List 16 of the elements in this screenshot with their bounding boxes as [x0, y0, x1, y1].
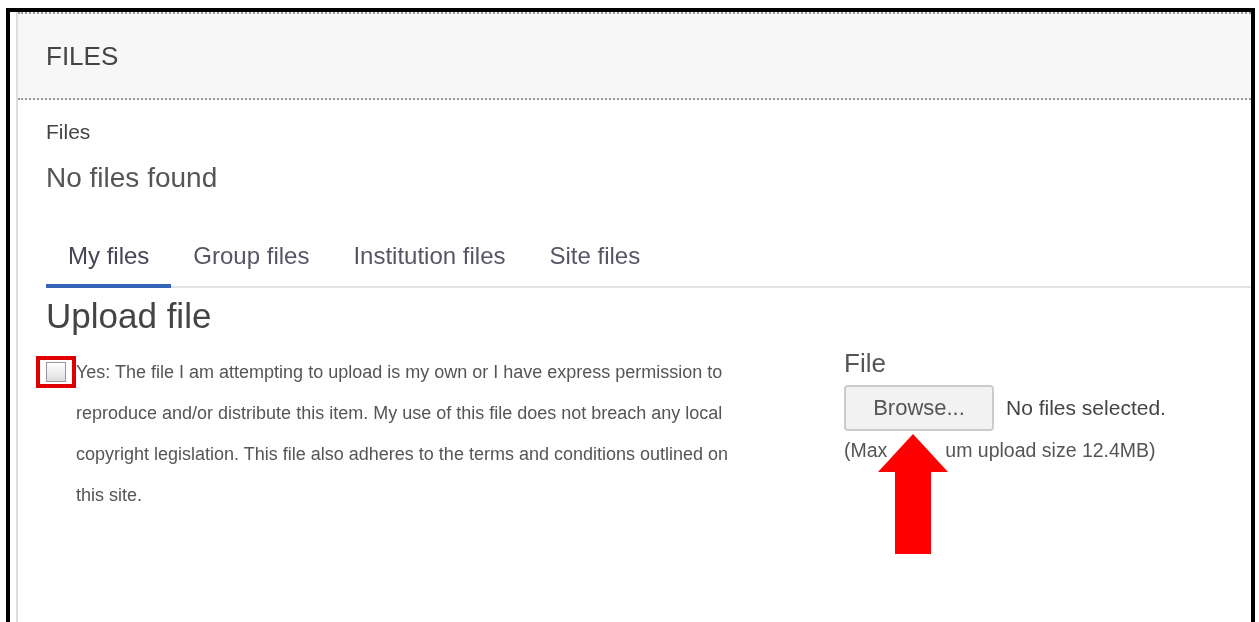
- tab[interactable]: My files: [46, 242, 172, 288]
- tab[interactable]: Group files: [171, 242, 332, 288]
- upload-title: Upload file: [46, 296, 213, 336]
- consent-checkbox[interactable]: [46, 362, 66, 382]
- upload-limit-text: um upload size 12.4MB): [945, 439, 1156, 462]
- files-label: Files: [46, 120, 92, 144]
- file-status: No files selected.: [1006, 396, 1166, 420]
- file-label: File: [844, 348, 887, 379]
- section-header-title: FILES: [46, 40, 119, 72]
- tab[interactable]: Institution files: [331, 242, 528, 288]
- empty-message: No files found: [46, 162, 219, 194]
- highlight-frame: [36, 356, 76, 388]
- upload-limit-text: (Max: [844, 439, 888, 462]
- browse-button[interactable]: Browse...: [844, 385, 994, 431]
- consent-text: Yes: The file I am attempting to upload is my own or I have express permission to reproduce and/or distribute this item. My use of this file does not breach any local copyright legislation. This file also adheres to the terms and conditions outlined on this site.: [76, 361, 730, 507]
- tab[interactable]: Site files: [527, 242, 663, 288]
